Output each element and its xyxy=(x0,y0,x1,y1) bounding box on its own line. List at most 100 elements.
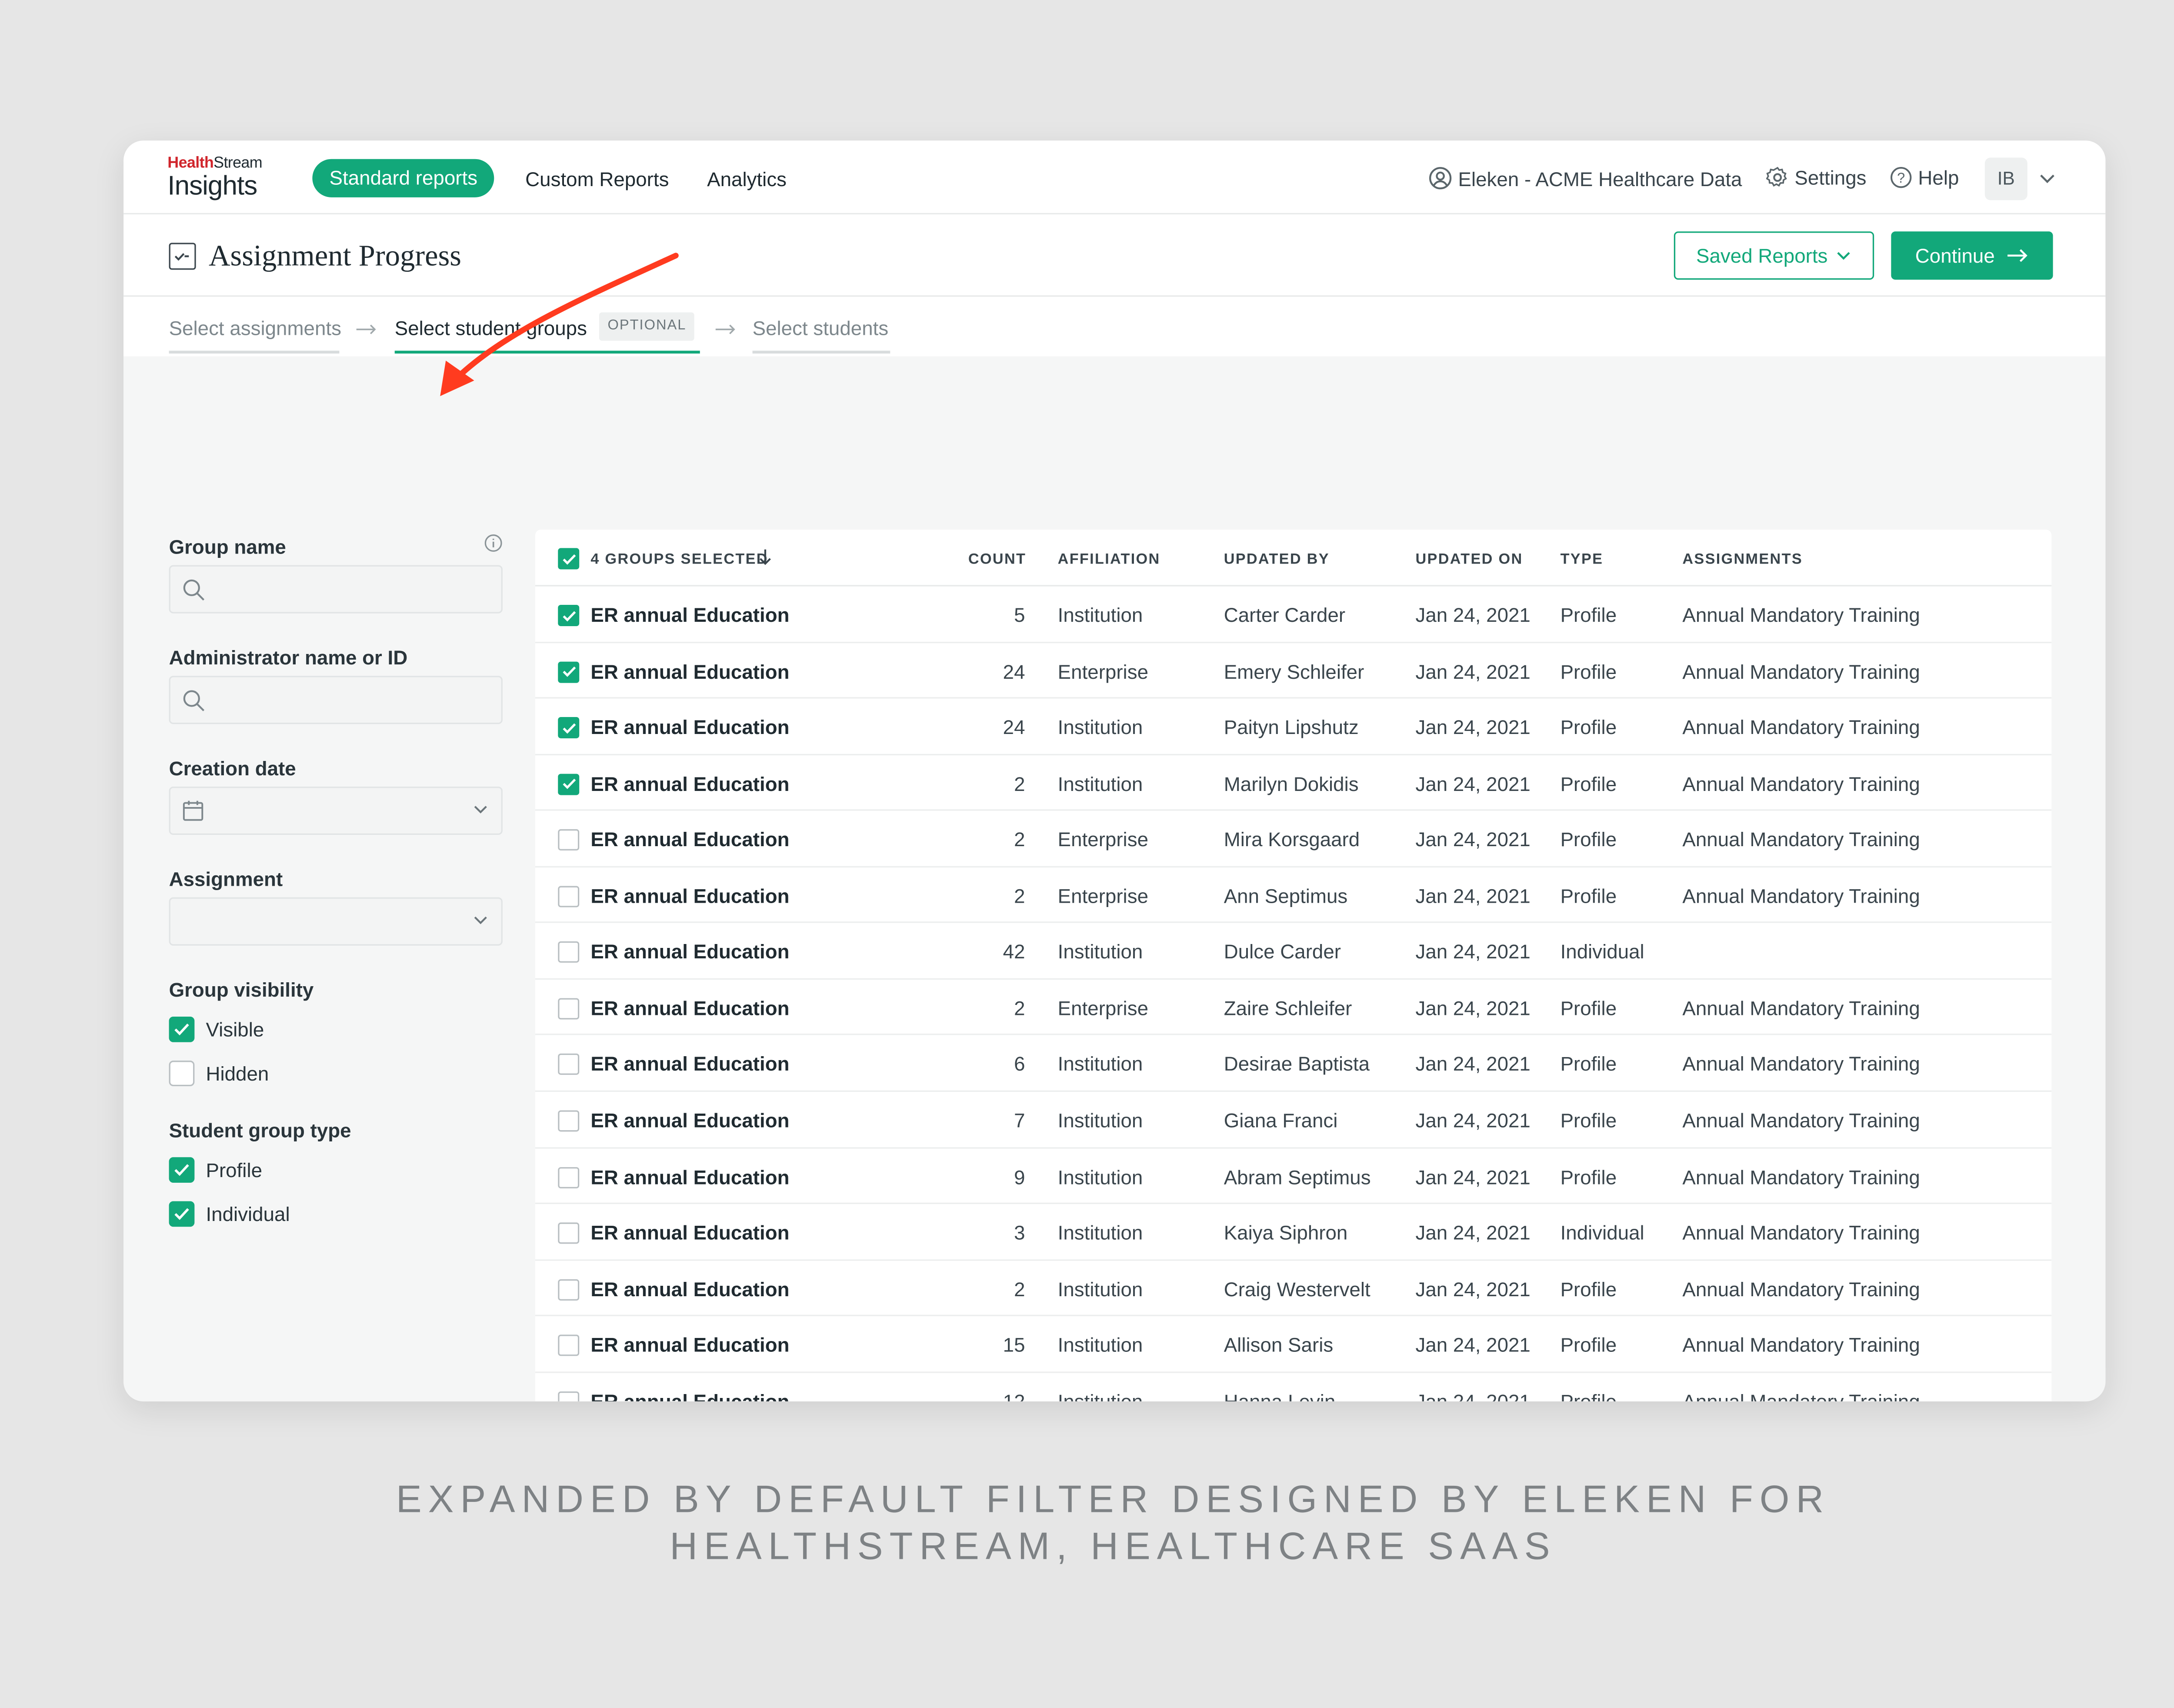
individual-checkbox-row[interactable]: Individual xyxy=(169,1201,290,1227)
table-row[interactable]: ER annual Education 6 Institution Desirae B… xyxy=(535,1036,2052,1092)
creation-date-picker[interactable] xyxy=(169,786,503,835)
updated-by-cell: Carter Carder xyxy=(1224,603,1346,626)
nav-analytics[interactable]: Analytics xyxy=(707,167,787,190)
table-row[interactable]: ER annual Education 2 Institution Craig Wes… xyxy=(535,1260,2052,1317)
visible-checkbox-row[interactable]: Visible xyxy=(169,1016,264,1042)
account-switcher[interactable]: Eleken - ACME Healthcare Data xyxy=(1428,166,1742,190)
affiliation-cell: Institution xyxy=(1057,1165,1143,1188)
group-name-cell[interactable]: ER annual Education xyxy=(590,1109,789,1131)
count-cell: 42 xyxy=(1003,940,1025,963)
group-name-cell[interactable]: ER annual Education xyxy=(590,1221,789,1244)
count-cell: 2 xyxy=(1014,884,1025,907)
count-cell: 7 xyxy=(1014,1108,1025,1132)
profile-checkbox-row[interactable]: Profile xyxy=(169,1157,262,1183)
updated-on-header[interactable]: UPDATED ON xyxy=(1416,551,1523,568)
group-name-cell[interactable]: ER annual Education xyxy=(590,828,789,851)
group-name-cell[interactable]: ER annual Education xyxy=(590,660,789,682)
group-name-cell[interactable]: ER annual Education xyxy=(590,1390,789,1401)
count-header[interactable]: COUNT xyxy=(968,551,1026,568)
visible-checkbox[interactable] xyxy=(169,1016,195,1042)
count-cell: 2 xyxy=(1014,828,1025,851)
row-checkbox[interactable] xyxy=(558,1110,580,1132)
updated-by-header[interactable]: UPDATED BY xyxy=(1224,551,1330,568)
profile-checkbox[interactable] xyxy=(169,1157,195,1183)
affiliation-header[interactable]: AFFILIATION xyxy=(1058,551,1160,568)
table-row[interactable]: ER annual Education 12 Institution Hanna Le… xyxy=(535,1373,2051,1401)
assignment-select[interactable] xyxy=(169,897,503,946)
group-name-cell[interactable]: ER annual Education xyxy=(590,1277,789,1300)
row-checkbox[interactable] xyxy=(558,661,580,683)
table-row[interactable]: ER annual Education 24 Enterprise Emery Sch… xyxy=(535,643,2052,699)
group-name-cell[interactable]: ER annual Education xyxy=(590,1334,789,1356)
affiliation-cell: Enterprise xyxy=(1057,659,1149,683)
type-cell: Profile xyxy=(1560,828,1617,851)
group-name-cell[interactable]: ER annual Education xyxy=(590,772,789,794)
row-checkbox[interactable] xyxy=(558,1054,580,1076)
table-row[interactable]: ER annual Education 7 Institution Giana Fra… xyxy=(535,1092,2052,1148)
affiliation-cell: Institution xyxy=(1057,772,1143,795)
nav-custom-reports[interactable]: Custom Reports xyxy=(525,167,669,190)
group-name-cell[interactable]: ER annual Education xyxy=(590,604,789,626)
table-row[interactable]: ER annual Education 9 Institution Abram Sep… xyxy=(535,1148,2052,1204)
hidden-checkbox-row[interactable]: Hidden xyxy=(169,1061,269,1086)
nav-standard-reports[interactable]: Standard reports xyxy=(312,159,495,197)
row-checkbox[interactable] xyxy=(558,1222,580,1244)
row-checkbox[interactable] xyxy=(558,1391,580,1401)
row-checkbox[interactable] xyxy=(558,829,580,851)
table-row[interactable]: ER annual Education 2 Enterprise Ann Septim… xyxy=(535,867,2052,924)
row-checkbox[interactable] xyxy=(558,605,580,626)
type-cell: Profile xyxy=(1560,1165,1617,1188)
updated-by-cell: Allison Saris xyxy=(1224,1333,1334,1356)
row-checkbox[interactable] xyxy=(558,717,580,739)
assignments-cell: Annual Mandatory Training xyxy=(1682,716,1920,739)
step-select-assignments[interactable]: Select assignments xyxy=(169,317,341,339)
group-name-cell[interactable]: ER annual Education xyxy=(590,997,789,1019)
group-name-cell[interactable]: ER annual Education xyxy=(590,716,789,738)
row-checkbox[interactable] xyxy=(558,773,580,795)
table-row[interactable]: ER annual Education 2 Enterprise Zaire Schl… xyxy=(535,980,2052,1036)
updated-on-cell: Jan 24, 2021 xyxy=(1415,1165,1530,1188)
continue-button[interactable]: Continue xyxy=(1891,231,2053,280)
table-row[interactable]: ER annual Education 2 Enterprise Mira Korsg… xyxy=(535,811,2052,867)
hidden-checkbox[interactable] xyxy=(169,1061,195,1086)
step-select-student-groups[interactable]: Select student groups xyxy=(395,317,587,339)
group-name-cell[interactable]: ER annual Education xyxy=(590,1165,789,1188)
table-row[interactable]: ER annual Education 15 Institution Allison … xyxy=(535,1316,2052,1373)
table-row[interactable]: ER annual Education 3 Institution Kaiya Sip… xyxy=(535,1204,2052,1261)
select-all-checkbox[interactable] xyxy=(558,548,580,570)
updated-on-cell: Jan 24, 2021 xyxy=(1415,996,1530,1019)
individual-checkbox[interactable] xyxy=(169,1201,195,1227)
assignments-header[interactable]: ASSIGNMENTS xyxy=(1682,551,1803,568)
report-checkbox-icon xyxy=(169,243,196,270)
groups-selected-header[interactable]: 4 GROUPS SELECTED xyxy=(590,551,768,568)
row-checkbox[interactable] xyxy=(558,1278,580,1300)
step-select-students[interactable]: Select students xyxy=(753,317,889,339)
table-row[interactable]: ER annual Education 2 Institution Marilyn D… xyxy=(535,755,2052,811)
administrator-input[interactable] xyxy=(169,676,503,724)
row-checkbox[interactable] xyxy=(558,1334,580,1356)
avatar[interactable]: IB xyxy=(1984,157,2027,200)
updated-on-cell: Jan 24, 2021 xyxy=(1415,603,1530,626)
type-header[interactable]: TYPE xyxy=(1560,551,1604,568)
group-name-input[interactable] xyxy=(169,565,503,614)
affiliation-cell: Institution xyxy=(1057,1277,1143,1300)
check-icon xyxy=(562,610,575,621)
info-icon[interactable] xyxy=(484,534,502,552)
search-icon xyxy=(183,690,205,711)
healthstream-insights-logo[interactable]: HealthStream Insights xyxy=(167,155,262,203)
group-name-cell[interactable]: ER annual Education xyxy=(590,1053,789,1075)
table-row[interactable]: ER annual Education 24 Institution Paityn L… xyxy=(535,699,2052,755)
row-checkbox[interactable] xyxy=(558,941,580,963)
table-row[interactable]: ER annual Education 5 Institution Carter Ca… xyxy=(535,587,2052,643)
group-name-cell[interactable]: ER annual Education xyxy=(590,884,789,907)
row-checkbox[interactable] xyxy=(558,997,580,1019)
help-link[interactable]: ? Help xyxy=(1890,166,1959,189)
group-name-cell[interactable]: ER annual Education xyxy=(590,941,789,963)
row-checkbox[interactable] xyxy=(558,1166,580,1188)
saved-reports-button[interactable]: Saved Reports xyxy=(1674,231,1874,280)
row-checkbox[interactable] xyxy=(558,885,580,907)
chevron-down-icon[interactable] xyxy=(2039,172,2056,186)
settings-link[interactable]: Settings xyxy=(1766,166,1867,189)
arrow-down-icon[interactable] xyxy=(758,548,773,566)
table-row[interactable]: ER annual Education 42 Institution Dulce Ca… xyxy=(535,923,2052,980)
